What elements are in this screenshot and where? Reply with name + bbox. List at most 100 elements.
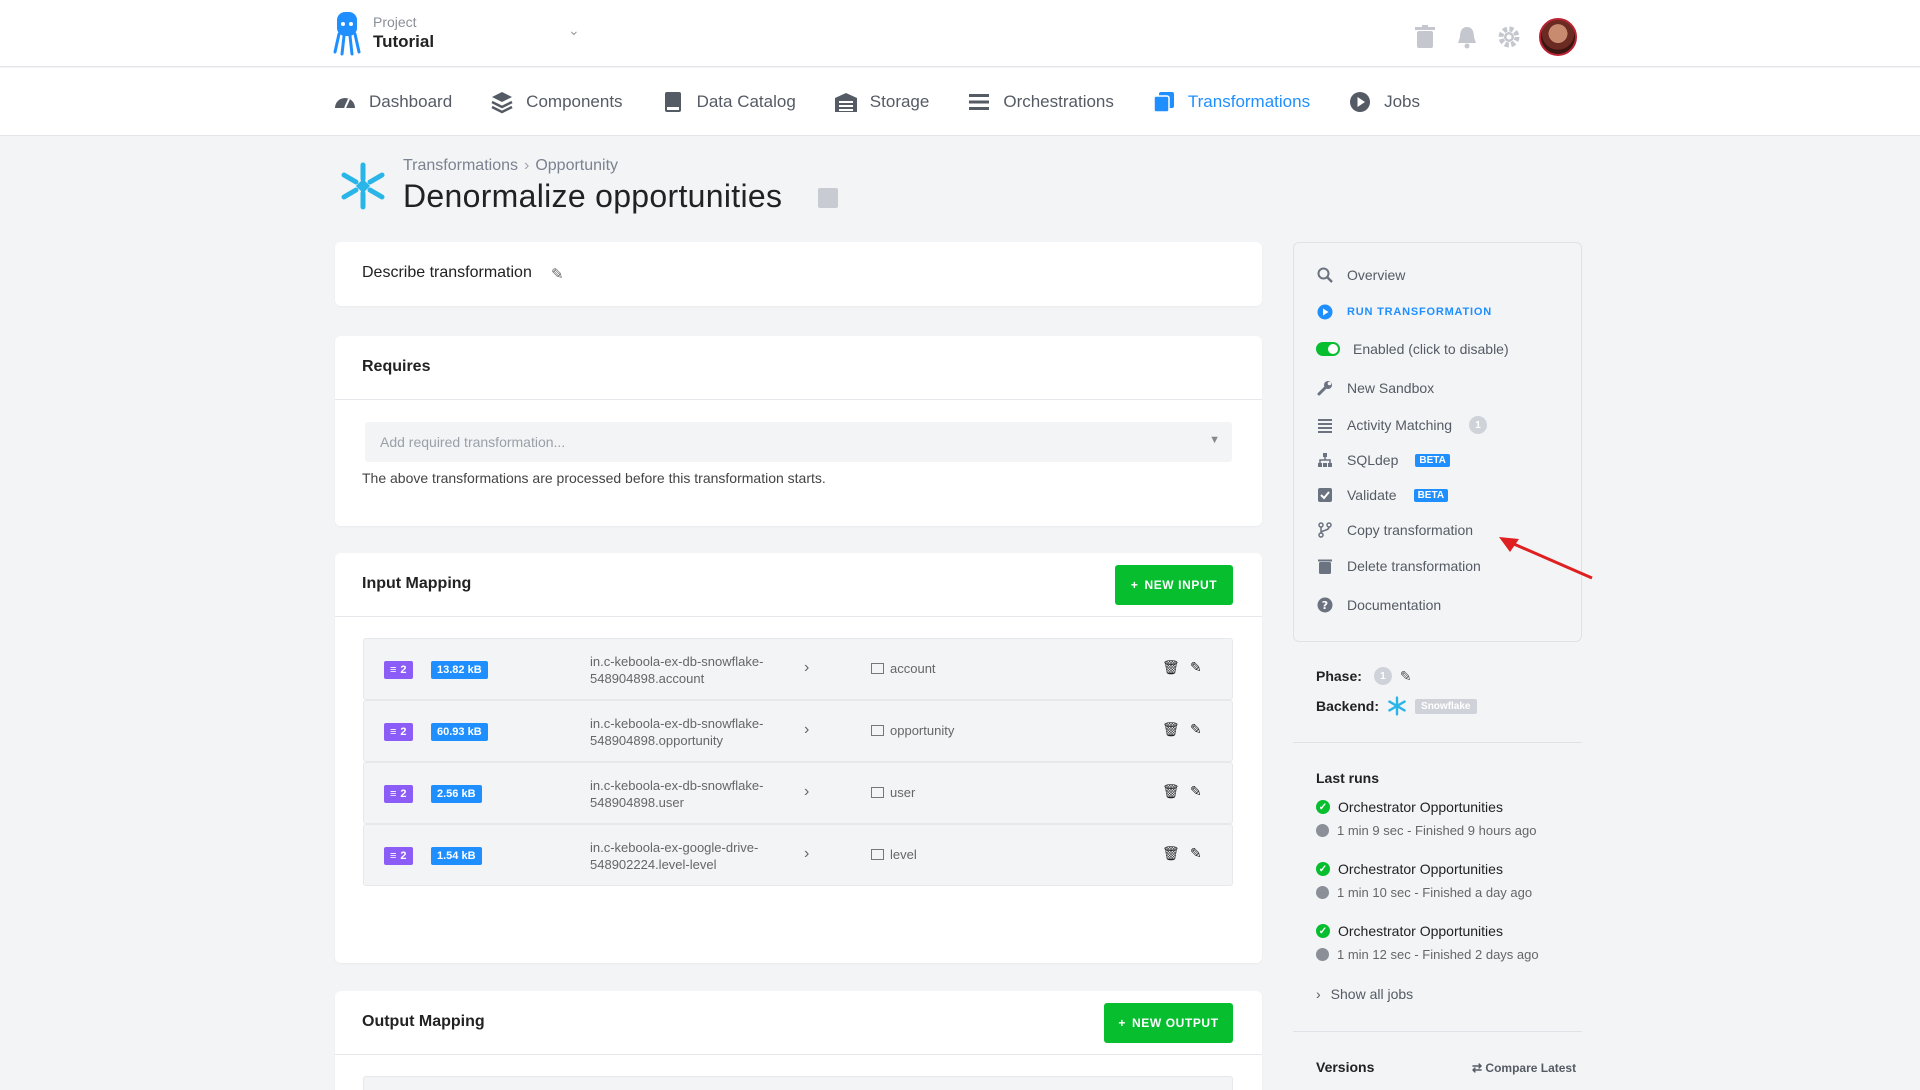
nav-components[interactable]: Components [490, 90, 623, 114]
bell-icon[interactable] [1455, 25, 1479, 49]
destination-name: level [890, 847, 917, 862]
run-transformation-button[interactable]: RUN TRANSFORMATION [1316, 303, 1492, 321]
output-mapping-title: Output Mapping [362, 1013, 485, 1030]
new-input-button[interactable]: + NEW INPUT [1115, 565, 1233, 605]
enabled-toggle[interactable]: Enabled (click to disable) [1316, 341, 1509, 357]
run-meta: 1 min 10 sec - Finished a day ago [1337, 885, 1533, 900]
columns-count: 2 [400, 664, 407, 676]
delete-icon[interactable]: 🗑 [1162, 659, 1180, 676]
toggle-switch[interactable] [1316, 342, 1340, 356]
delete-icon[interactable]: 🗑 [1162, 845, 1180, 862]
sidebar-label: Copy transformation [1347, 522, 1474, 538]
code-branch-icon [1316, 521, 1334, 539]
destination: user [871, 785, 915, 800]
pencil-icon[interactable]: ✎ [1190, 783, 1202, 800]
list-icon: ≡ [390, 788, 397, 800]
nav-dashboard[interactable]: Dashboard [333, 90, 452, 114]
sidebar-copy-transformation[interactable]: Copy transformation [1316, 521, 1473, 539]
required-transformation-select[interactable]: Add required transformation... ▼ [365, 422, 1232, 462]
layers-icon [491, 92, 513, 114]
show-all-jobs-link[interactable]: › Show all jobs [1316, 986, 1413, 1002]
sidebar-label: SQLdep [1347, 452, 1399, 468]
table-icon [871, 787, 884, 798]
last-run-item[interactable]: ✓ Orchestrator Opportunities 1 min 12 sec… [1316, 923, 1539, 962]
select-placeholder: Add required transformation... [380, 434, 566, 450]
table-icon [871, 725, 884, 736]
input-mapping-row[interactable]: ≡ 2 2.56 kB in.c-keboola-ex-db-snowflake-… [363, 762, 1233, 824]
play-circle-icon [1350, 92, 1371, 112]
breadcrumb-parent[interactable]: Transformations [403, 157, 518, 174]
backend-badge: Snowflake [1415, 698, 1477, 714]
destination-name: account [890, 661, 936, 676]
new-output-label: NEW OUTPUT [1131, 1016, 1219, 1030]
nav-jobs[interactable]: Jobs [1348, 90, 1420, 114]
chevron-right-icon: › [804, 721, 810, 738]
sitemap-icon [1316, 451, 1334, 469]
pencil-icon[interactable]: ✎ [1190, 845, 1202, 862]
columns-count: 2 [400, 726, 407, 738]
book-icon [664, 92, 681, 112]
sidebar-documentation[interactable]: ? Documentation [1316, 596, 1441, 614]
nav-storage[interactable]: Storage [834, 90, 929, 114]
run-name: Orchestrator Opportunities [1338, 799, 1503, 815]
divider [335, 399, 1262, 400]
chevron-right-icon: › [804, 845, 810, 862]
list-icon: ≡ [390, 664, 397, 676]
sidebar-activity-matching[interactable]: Activity Matching 1 [1316, 416, 1488, 434]
gear-icon[interactable] [1497, 25, 1521, 49]
sidebar-sqldep[interactable]: SQLdep BETA [1316, 451, 1450, 469]
delete-icon[interactable]: 🗑 [1162, 721, 1180, 738]
last-run-item[interactable]: ✓ Orchestrator Opportunities 1 min 10 sec… [1316, 861, 1532, 900]
nav-data-catalog[interactable]: Data Catalog [661, 90, 796, 114]
pencil-icon[interactable]: ✎ [1400, 668, 1412, 685]
activity-count-badge: 1 [1469, 416, 1488, 434]
requires-title: Requires [362, 358, 431, 375]
nav-label: Orchestrations [1003, 92, 1114, 111]
sidebar-new-sandbox[interactable]: New Sandbox [1316, 379, 1434, 397]
phase-row: Phase: 1 ✎ [1316, 667, 1412, 685]
size-badge: 1.54 kB [431, 847, 482, 865]
sidebar-overview[interactable]: Overview [1316, 266, 1405, 284]
pencil-icon[interactable]: ✎ [1190, 659, 1202, 676]
trash-icon[interactable] [1413, 25, 1437, 49]
nav-transformations[interactable]: Transformations [1152, 90, 1310, 114]
destination-name: opportunity [890, 723, 955, 738]
annotation-arrow [1499, 537, 1593, 580]
chevron-down-icon[interactable]: ⌄ [568, 22, 580, 39]
check-circle-icon: ✓ [1316, 800, 1330, 814]
project-switcher[interactable]: Project Tutorial [373, 14, 434, 52]
delete-icon[interactable]: 🗑 [1162, 783, 1180, 800]
plus-icon: + [1130, 578, 1139, 592]
input-mapping-row[interactable]: ≡ 2 1.54 kB in.c-keboola-ex-google-drive-… [363, 824, 1233, 886]
sidebar-delete-transformation[interactable]: Delete transformation [1316, 557, 1481, 575]
sidebar-label: Enabled (click to disable) [1353, 341, 1509, 357]
input-mapping-row[interactable]: ≡ 2 60.93 kB in.c-keboola-ex-db-snowflake… [363, 700, 1233, 762]
columns-count: 2 [400, 850, 407, 862]
pencil-icon[interactable]: ✎ [551, 265, 564, 283]
input-mapping-row[interactable]: ≡ 2 13.82 kB in.c-keboola-ex-db-snowflake… [363, 638, 1233, 700]
nav-orchestrations[interactable]: Orchestrations [967, 90, 1114, 114]
breadcrumb-current[interactable]: Opportunity [535, 157, 618, 174]
checkbox-icon [1316, 486, 1334, 504]
edit-title-icon[interactable] [818, 188, 838, 208]
new-input-label: NEW INPUT [1144, 578, 1218, 592]
list-icon: ≡ [390, 726, 397, 738]
last-run-item[interactable]: ✓ Orchestrator Opportunities 1 min 9 sec … [1316, 799, 1536, 838]
user-avatar[interactable] [1539, 18, 1577, 56]
new-output-button[interactable]: + NEW OUTPUT [1104, 1003, 1233, 1043]
clock-icon [1316, 886, 1329, 899]
sidebar-validate[interactable]: Validate BETA [1316, 486, 1449, 504]
source-table: in.c-keboola-ex-db-snowflake-548904898.u… [590, 778, 764, 810]
versions-title: Versions [1316, 1059, 1375, 1075]
compare-latest-link[interactable]: ⇄ Compare Latest [1472, 1061, 1576, 1075]
describe-card[interactable]: Describe transformation ✎ [335, 242, 1262, 306]
destination: level [871, 847, 917, 862]
output-mapping-row[interactable] [363, 1076, 1233, 1090]
keboola-logo-icon[interactable] [333, 12, 361, 56]
size-badge: 2.56 kB [431, 785, 482, 803]
warehouse-icon [834, 93, 857, 112]
sidebar-label: Overview [1347, 267, 1406, 283]
caret-down-icon: ▼ [1209, 434, 1220, 446]
pencil-icon[interactable]: ✎ [1190, 721, 1202, 738]
main-nav: Dashboard Components Data Catalog Storag… [333, 68, 1420, 136]
